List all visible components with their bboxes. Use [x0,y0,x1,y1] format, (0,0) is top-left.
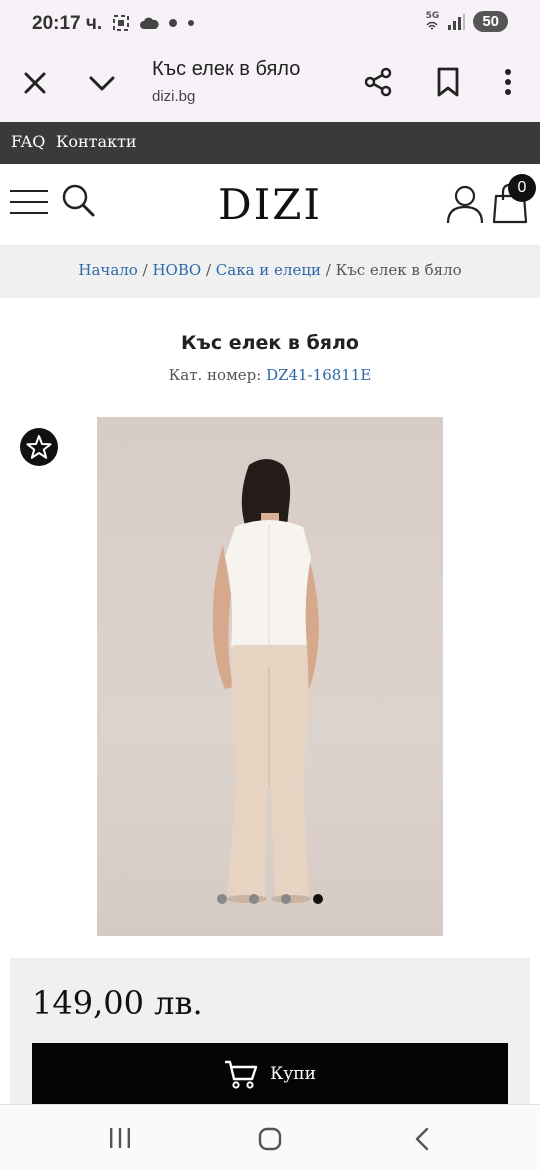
browser-url[interactable]: dizi.bg [152,88,195,105]
site-top-links: FAQ Контакти [0,122,540,164]
cart-count-badge[interactable]: 0 [508,174,536,202]
network-indicator: 5G [425,11,440,31]
breadcrumb-separator: / [205,261,211,279]
breadcrumb-new[interactable]: НОВО [152,261,201,279]
chevron-down-icon[interactable] [86,68,118,98]
user-icon[interactable] [446,184,484,224]
bookmark-icon[interactable] [434,66,462,98]
cloud-icon [140,17,159,29]
purchase-panel: 149,00 лв. Купи [10,958,530,1108]
browser-toolbar: Къс елек в бяло dizi.bg [0,50,540,122]
star-icon [26,435,52,459]
buy-button[interactable]: Купи [32,1043,508,1105]
back-icon[interactable] [412,1127,432,1151]
breadcrumb: Начало / НОВО / Сака и елеци / Къс елек … [0,246,540,298]
breadcrumb-separator: / [142,261,148,279]
product-price: 149,00 лв. [32,984,203,1022]
status-icons [112,14,195,32]
battery-indicator: 50 [473,11,508,32]
home-icon[interactable] [258,1127,282,1151]
recents-icon[interactable] [108,1127,132,1149]
carousel-dot[interactable] [313,894,323,904]
breadcrumb-jackets[interactable]: Сака и елеци [216,261,321,279]
signal-icon [448,13,466,30]
product-code[interactable]: DZ41-16811E [266,366,371,384]
more-icon[interactable] [496,66,520,98]
breadcrumb-separator: / [325,261,331,279]
system-nav-bar [0,1104,540,1170]
cart-icon [225,1060,258,1089]
product-code-label: Кат. номер: [168,366,262,384]
breadcrumb-current: Къс елек в бяло [335,261,462,279]
status-bar: 20:17 ч. 5G 50 [0,0,540,50]
product-code-row: Кат. номер: DZ41-16811E [0,366,540,384]
carousel-dot[interactable] [249,894,259,904]
wishlist-button[interactable] [20,428,58,466]
share-icon[interactable] [362,66,394,98]
close-icon[interactable] [20,68,50,98]
breadcrumb-home[interactable]: Начало [78,261,137,279]
buy-button-label: Купи [270,1064,316,1084]
wifi-icon [426,21,438,30]
product-photo [212,459,319,903]
carousel-dot[interactable] [281,894,291,904]
product-title: Къс елек в бяло [181,332,359,354]
status-right: 5G 50 [426,11,508,32]
faq-link[interactable]: FAQ [11,132,45,151]
dot-icon [188,20,194,26]
site-header: DIZI [0,164,540,246]
screenshot-icon [113,15,129,31]
browser-page-title: Къс елек в бяло [152,58,301,80]
dot-icon [169,19,177,27]
status-time: 20:17 ч. [32,13,103,34]
contacts-link[interactable]: Контакти [56,132,137,151]
carousel-dot[interactable] [217,894,227,904]
product-image-carousel[interactable] [97,417,443,936]
network-label: 5G [425,11,440,21]
carousel-dots [97,894,443,904]
